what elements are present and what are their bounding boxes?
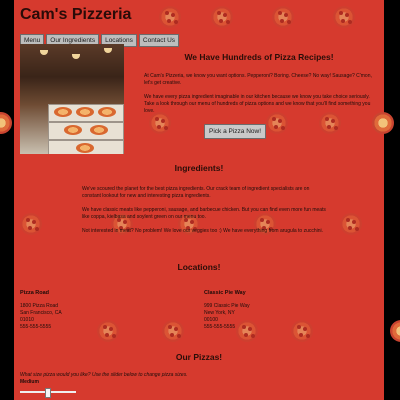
pizza-icon — [64, 125, 82, 135]
pizza-size-slider[interactable] — [20, 388, 76, 398]
page: Cam's Pizzeria Menu Our Ingredients Loca… — [14, 0, 384, 400]
pizza-icon — [390, 320, 400, 342]
pizza-size-value: Medium — [20, 379, 39, 385]
pizza-icon — [333, 6, 355, 28]
nav-item-contact-us[interactable]: Contact Us — [138, 34, 180, 47]
pizza-icon — [372, 112, 394, 134]
location-street: 1800 Pizza Road — [20, 303, 59, 309]
ingredients-section: Ingredients! We've scoured the planet fo… — [20, 163, 378, 235]
location-name: Pizza Road — [20, 290, 50, 296]
location-phone: 555-555-5555 — [20, 324, 52, 330]
pizzas-heading: Our Pizzas! — [175, 352, 223, 362]
location-zip: 00100 — [204, 317, 218, 323]
location-zip: 01010 — [20, 317, 34, 323]
pizza-icon — [76, 143, 94, 153]
pizza-icon — [54, 107, 72, 117]
recipes-paragraph-1: At Cam's Pizzeria, we know you want opti… — [144, 73, 372, 86]
pizza-icon — [0, 112, 12, 134]
pizza-icon — [272, 6, 294, 28]
pizza-icon — [98, 107, 116, 117]
locations-heading: Locations! — [177, 262, 221, 272]
lamp-icon — [40, 50, 48, 55]
pizzeria-photo — [20, 44, 124, 154]
location-street: 999 Classic Pie Way — [204, 303, 250, 309]
ingredients-paragraph-1: We've scoured the planet for the best pi… — [82, 186, 310, 199]
location-name: Classic Pie Way — [204, 290, 246, 296]
ingredients-paragraph-3: Not interested in meat? No problem! We l… — [82, 228, 324, 234]
pizza-icon — [211, 6, 233, 28]
recipes-heading: We Have Hundreds of Pizza Recipes! — [184, 52, 334, 62]
recipes-paragraph-2: We have every pizza ingredient imaginabl… — [144, 94, 371, 114]
slider-thumb[interactable] — [45, 388, 51, 398]
recipes-section: We Have Hundreds of Pizza Recipes! At Ca… — [144, 52, 374, 115]
pizza-icon — [319, 112, 341, 134]
pizza-icon — [266, 112, 288, 134]
pizza-icon — [159, 6, 181, 28]
pick-a-pizza-button[interactable]: Pick a Pizza Now! — [204, 124, 267, 139]
location-classic-pie-way: Classic Pie Way 999 Classic Pie Way New … — [204, 290, 354, 331]
lamp-icon — [104, 48, 112, 53]
location-city: San Francisco, CA — [20, 310, 62, 316]
lamp-icon — [72, 54, 80, 59]
pizza-icon — [90, 125, 108, 135]
pizza-icon — [149, 112, 171, 134]
ingredients-heading: Ingredients! — [174, 163, 224, 173]
location-pizza-road: Pizza Road 1800 Pizza Road San Francisco… — [20, 290, 170, 331]
ingredients-paragraph-2: We have classic meats like pepperoni, sa… — [82, 207, 326, 220]
pizza-icon — [76, 107, 94, 117]
location-city: New York, NY — [204, 310, 235, 316]
pizza-size-prompt: What size pizza would you like? Use the … — [20, 372, 188, 378]
location-phone: 555-555-5555 — [204, 324, 236, 330]
display-shelf — [48, 122, 124, 140]
site-title: Cam's Pizzeria — [20, 6, 132, 23]
